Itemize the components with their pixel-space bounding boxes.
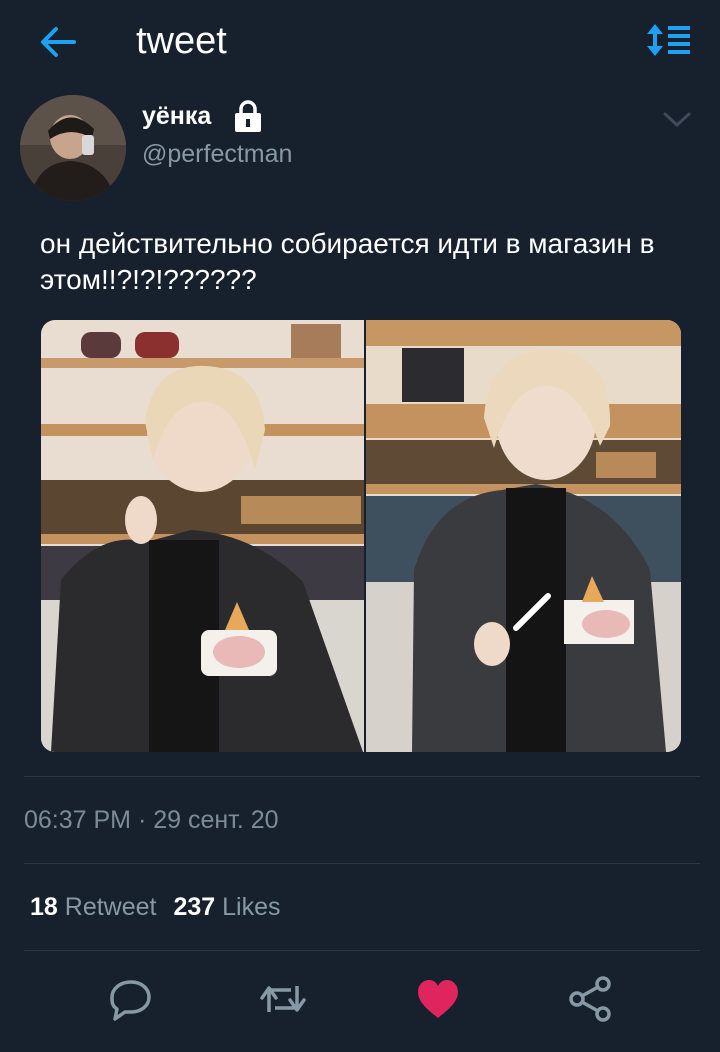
likes-count: 237 bbox=[173, 893, 216, 921]
tweet-stats: 18 Retweet 237 Likes bbox=[30, 893, 290, 922]
retweets-label: Retweet bbox=[64, 893, 157, 921]
divider bbox=[24, 950, 700, 951]
reply-icon bbox=[110, 980, 151, 1021]
media-photo[interactable] bbox=[366, 320, 681, 752]
likes-label: Likes bbox=[222, 893, 281, 921]
retweets-stat[interactable]: 18 Retweet bbox=[30, 893, 156, 921]
media-photo[interactable] bbox=[41, 320, 364, 752]
avatar[interactable] bbox=[20, 95, 126, 201]
arrow-left-icon bbox=[41, 27, 76, 57]
chevron-down-icon bbox=[663, 112, 691, 127]
tweet-text: он действительно собирается идти в магаз… bbox=[40, 228, 655, 295]
likes-stat[interactable]: 237 Likes bbox=[173, 893, 280, 921]
divider bbox=[24, 776, 700, 777]
reply-button[interactable] bbox=[107, 976, 155, 1022]
author-handle[interactable]: @perfectman bbox=[142, 140, 292, 169]
share-button[interactable] bbox=[567, 976, 615, 1022]
retweet-button[interactable] bbox=[259, 976, 307, 1022]
heart-icon bbox=[418, 980, 458, 1018]
sort-button[interactable] bbox=[646, 22, 692, 58]
page-title: tweet bbox=[136, 20, 227, 62]
retweet-icon bbox=[260, 986, 306, 1012]
sort-icon bbox=[647, 24, 690, 56]
author-name[interactable]: уёнка bbox=[142, 102, 211, 131]
retweets-count: 18 bbox=[30, 893, 58, 921]
top-bar: tweet bbox=[0, 0, 720, 84]
back-button[interactable] bbox=[36, 22, 80, 62]
lock-icon bbox=[232, 99, 264, 133]
tweet-timestamp: 06:37 PM · 29 сент. 20 bbox=[24, 806, 279, 834]
more-options-button[interactable] bbox=[662, 108, 692, 130]
like-button[interactable] bbox=[414, 976, 462, 1022]
share-icon bbox=[569, 976, 611, 1022]
tweet-media bbox=[41, 320, 681, 752]
divider bbox=[24, 863, 700, 864]
